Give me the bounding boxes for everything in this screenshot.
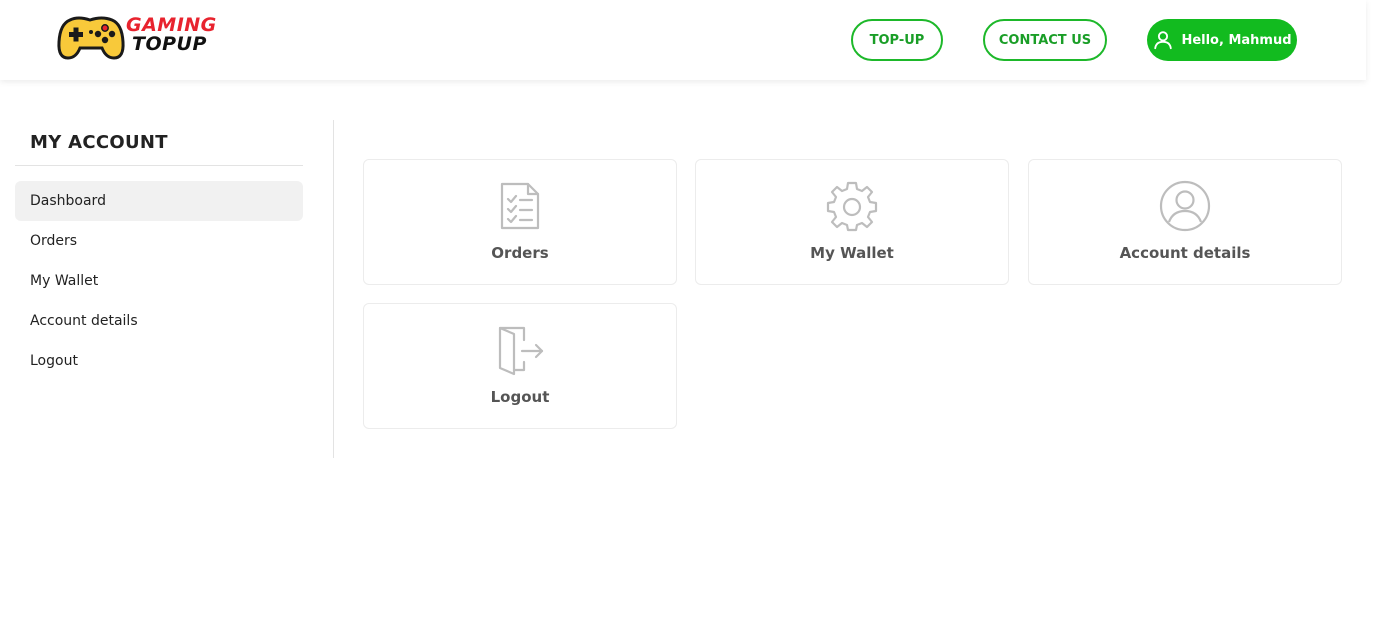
dashboard-card-account-details[interactable]: Account details (1028, 159, 1342, 285)
topup-button[interactable]: TOP-UP (851, 19, 943, 61)
brand-line2: TOPUP (132, 33, 207, 55)
site-header: GAMING TOPUP TOP-UP CONTACT US Hello, Ma… (0, 0, 1366, 80)
card-label: Account details (1119, 244, 1251, 262)
gear-icon (826, 181, 878, 232)
contact-us-button[interactable]: CONTACT US (983, 19, 1107, 61)
account-sidebar: MY ACCOUNT Dashboard Orders My Wallet Ac… (15, 120, 303, 381)
user-greeting: Hello, Mahmud (1181, 32, 1292, 48)
gamepad-icon (57, 16, 125, 60)
dashboard-card-orders[interactable]: Orders (363, 159, 677, 285)
sidebar-item-account-details[interactable]: Account details (15, 301, 303, 341)
content-divider (333, 120, 334, 458)
dashboard-card-logout[interactable]: Logout (363, 303, 677, 429)
card-label: My Wallet (810, 244, 894, 262)
user-circle-icon (1159, 180, 1211, 232)
brand-wordmark: GAMING TOPUP (126, 16, 217, 54)
card-label: Orders (491, 244, 549, 262)
sidebar-item-orders[interactable]: Orders (15, 221, 303, 261)
user-menu-button[interactable]: Hello, Mahmud (1147, 19, 1297, 61)
brand-logo[interactable]: GAMING TOPUP (56, 14, 216, 64)
clipboard-checklist-icon (500, 182, 540, 230)
sidebar-item-my-wallet[interactable]: My Wallet (15, 261, 303, 301)
sidebar-nav: Dashboard Orders My Wallet Account detai… (15, 181, 303, 381)
dashboard-card-my-wallet[interactable]: My Wallet (695, 159, 1009, 285)
sidebar-title: MY ACCOUNT (15, 120, 303, 166)
sidebar-item-dashboard[interactable]: Dashboard (15, 181, 303, 221)
card-label: Logout (490, 388, 550, 406)
sidebar-item-logout[interactable]: Logout (15, 341, 303, 381)
exit-door-icon (498, 326, 544, 376)
user-icon (1154, 31, 1173, 50)
